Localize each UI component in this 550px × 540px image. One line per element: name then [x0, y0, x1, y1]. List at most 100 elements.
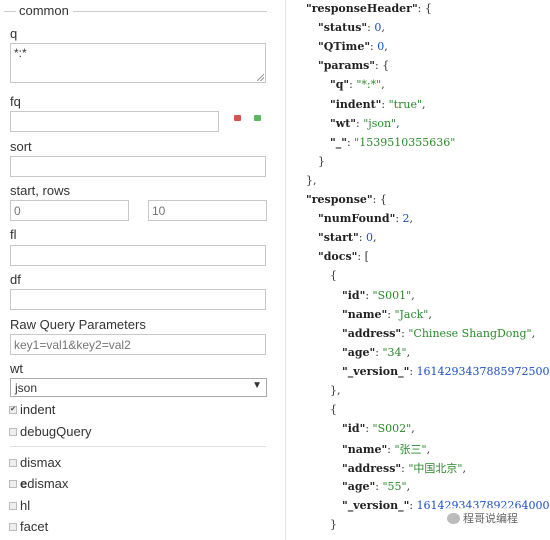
fq-label: fq [10, 94, 21, 109]
df-label: df [10, 272, 21, 287]
json-key: "_version_" [342, 364, 410, 378]
json-line: { [330, 269, 337, 282]
json-line: } [318, 155, 325, 168]
remove-fq-icon[interactable] [234, 115, 241, 121]
dismax-label: dismax [20, 455, 62, 470]
json-key: "id" [342, 422, 366, 436]
q-value: *:* [14, 46, 27, 60]
rows-input[interactable] [148, 200, 267, 221]
debug-query-label: debugQuery [20, 424, 92, 439]
q-textarea[interactable]: *:* [10, 43, 266, 83]
json-string: "张三" [394, 443, 427, 457]
json-punct: : { [375, 59, 390, 73]
json-line: "age": "34", [342, 346, 410, 359]
json-key: "params" [318, 59, 376, 73]
facet-checkbox[interactable] [9, 523, 17, 531]
wt-selected-value: json [15, 381, 38, 395]
json-line: "params": { [318, 59, 389, 72]
fq-input[interactable] [10, 111, 219, 132]
json-punct: , [462, 462, 466, 476]
json-line: "q": "*:*", [330, 78, 385, 91]
json-punct: }, [330, 384, 341, 397]
start-input[interactable] [10, 200, 129, 221]
hl-checkbox[interactable] [9, 502, 17, 510]
sort-label: sort [10, 139, 32, 154]
json-punct: : [358, 231, 366, 245]
hl-label: hl [20, 498, 31, 513]
legend-line-right [73, 11, 267, 12]
json-line: "docs": [ [318, 250, 369, 263]
wt-label: wt [10, 361, 23, 376]
json-key: "start" [318, 231, 359, 245]
json-punct: : { [417, 2, 432, 15]
json-punct: : [381, 97, 389, 111]
json-punct: } [318, 154, 325, 168]
json-line: "id": "S001", [342, 289, 415, 302]
json-line: "id": "S002", [342, 422, 415, 435]
json-punct: } [330, 517, 337, 531]
watermark-text: 程哥说编程 [463, 513, 518, 525]
edismax-checkbox[interactable] [9, 480, 17, 488]
watermark: 程哥说编程 [443, 508, 522, 528]
json-key: "status" [318, 21, 368, 35]
raw-params-label: Raw Query Parameters [10, 317, 146, 332]
json-key: "name" [342, 307, 388, 321]
json-string: "Jack" [394, 307, 429, 321]
json-punct: }, [306, 173, 317, 187]
json-punct: { [330, 269, 337, 283]
fl-input[interactable] [10, 245, 266, 266]
json-key: "_version_" [342, 498, 410, 512]
dismax-checkbox[interactable] [9, 459, 17, 467]
json-string: "S001" [372, 288, 412, 302]
dropdown-arrow-icon: ▼ [252, 380, 262, 391]
json-key: "age" [342, 479, 376, 493]
json-key: "indent" [330, 97, 382, 111]
wt-select[interactable]: json ▼ [10, 378, 267, 397]
json-key: "name" [342, 443, 388, 457]
json-punct: , [422, 97, 426, 111]
raw-params-input[interactable] [10, 334, 266, 355]
json-punct: , [406, 345, 411, 359]
json-string: "34" [382, 345, 407, 359]
json-line: "age": "55", [342, 480, 410, 493]
json-key: "responseHeader" [306, 2, 418, 15]
json-number: 0 [365, 231, 373, 245]
json-punct: , [381, 21, 385, 35]
json-line: "address": "Chinese ShangDong", [342, 327, 535, 340]
json-punct: : [395, 212, 403, 226]
edismax-rest: dismax [27, 476, 69, 491]
json-key: "address" [342, 462, 402, 476]
add-fq-icon[interactable] [254, 115, 261, 121]
response-panel: "responseHeader": {"status": 0, "QTime": … [300, 0, 550, 540]
json-line: "indent": "true", [330, 98, 426, 111]
json-line: "wt": "json", [330, 117, 400, 130]
json-punct: , [531, 326, 536, 340]
json-line: "response": { [306, 193, 387, 206]
json-line: }, [330, 384, 341, 397]
df-input[interactable] [10, 289, 266, 310]
json-string: "true" [388, 97, 423, 111]
json-key: "age" [342, 345, 376, 359]
resize-grip-icon[interactable] [257, 74, 264, 81]
debug-query-checkbox[interactable] [9, 428, 17, 436]
json-key: "QTime" [318, 40, 371, 54]
json-number: 1614293437885972500 [416, 364, 550, 378]
json-line: { [330, 403, 337, 416]
json-key: "numFound" [318, 212, 396, 226]
indent-checkbox[interactable]: ✔ [9, 406, 17, 414]
json-punct: , [384, 40, 388, 54]
json-string: "json" [363, 116, 397, 130]
json-key: "docs" [318, 250, 358, 264]
json-key: "response" [306, 193, 373, 206]
json-punct: , [381, 78, 385, 92]
json-key: "wt" [330, 116, 357, 130]
json-line: "_": "1539510355636" [330, 136, 455, 149]
json-string: "中国北京" [408, 462, 463, 476]
sort-input[interactable] [10, 156, 266, 177]
json-key: "_" [330, 135, 347, 149]
json-line: "name": "Jack", [342, 308, 432, 321]
json-punct: , [411, 422, 415, 436]
json-punct: , [411, 288, 415, 302]
json-punct: : [365, 422, 373, 436]
json-punct: { [330, 403, 337, 417]
